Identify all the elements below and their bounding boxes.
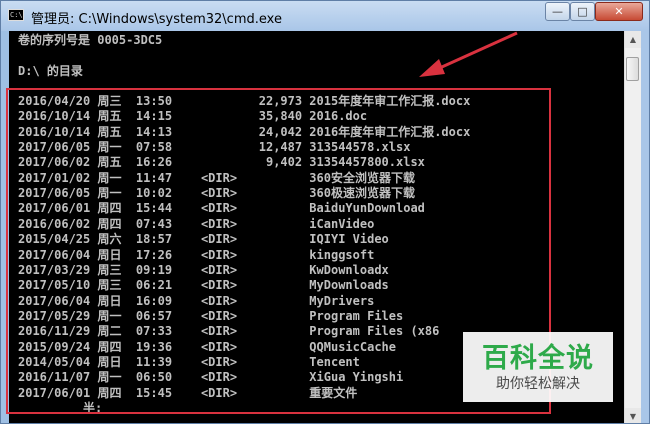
directory-entry-line: 2017/06/04 周日 16:09 <DIR> MyDrivers bbox=[18, 293, 375, 308]
directory-entry-line: 2016/10/14 周五 14:15 35,840 2016.doc bbox=[18, 109, 368, 124]
scroll-up-icon[interactable]: ▲ bbox=[625, 31, 641, 48]
title-bar[interactable]: C:\ 管理员: C:\Windows\system32\cmd.exe — □… bbox=[1, 1, 649, 31]
watermark-logo: 百科全说 助你轻松解决 bbox=[463, 332, 613, 402]
red-arrow-icon bbox=[419, 31, 518, 77]
volume-serial-line: 卷的序列号是 0005-3DC5 bbox=[18, 33, 163, 47]
directory-entry-line: 2017/06/05 周一 07:58 12,487 313544578.xls… bbox=[18, 140, 411, 155]
close-button[interactable]: ✕ bbox=[595, 2, 643, 21]
partial-summary-line: 半: bbox=[18, 401, 103, 415]
directory-entry-line: 2015/09/24 周四 19:36 <DIR> QQMusicCache bbox=[18, 339, 397, 354]
directory-entry-line: 2017/06/02 周五 16:26 9,402 31354457800.xl… bbox=[18, 155, 425, 170]
directory-entry-line: 2017/06/05 周一 10:02 <DIR> 360极速浏览器下载 bbox=[18, 186, 415, 201]
directory-header-line: D:\ 的目录 bbox=[18, 64, 83, 78]
minimize-button[interactable]: — bbox=[545, 2, 570, 21]
directory-entry-line: 2017/03/29 周三 09:19 <DIR> KwDownloadx bbox=[18, 262, 389, 277]
cmd-app-icon[interactable]: C:\ bbox=[8, 9, 24, 21]
scroll-down-icon[interactable]: ▼ bbox=[625, 408, 641, 423]
cmd-window: C:\ 管理员: C:\Windows\system32\cmd.exe — □… bbox=[0, 0, 650, 424]
directory-entry-line: 2014/05/04 周日 11:39 <DIR> Tencent bbox=[18, 354, 360, 369]
directory-entry-line: 2017/06/04 周日 17:26 <DIR> kinggsoft bbox=[18, 247, 375, 262]
directory-entry-line: 2015/04/25 周六 18:57 <DIR> IQIYI Video bbox=[18, 232, 389, 247]
directory-entry-line: 2016/10/14 周五 14:13 24,042 2016年度年审工作汇报.… bbox=[18, 124, 471, 139]
directory-entry-line: 2017/05/10 周三 06:21 <DIR> MyDownloads bbox=[18, 278, 389, 293]
vertical-scrollbar[interactable]: ▲ ▼ bbox=[624, 31, 641, 423]
directory-entry-line: 2016/11/29 周二 07:33 <DIR> Program Files … bbox=[18, 324, 440, 339]
window-title: 管理员: C:\Windows\system32\cmd.exe bbox=[31, 12, 282, 27]
maximize-button[interactable]: □ bbox=[570, 2, 595, 21]
directory-entry-line: 2017/05/29 周一 06:57 <DIR> Program Files bbox=[18, 308, 404, 323]
directory-entry-line: 2016/04/20 周三 13:50 22,973 2015年度年审工作汇报.… bbox=[18, 94, 471, 108]
watermark-subtitle: 助你轻松解决 bbox=[496, 376, 580, 392]
directory-entry-line: 2016/11/07 周一 06:50 <DIR> XiGua Yingshi bbox=[18, 370, 404, 385]
watermark-title: 百科全说 bbox=[482, 343, 594, 374]
directory-entry-line: 2017/06/01 周四 15:44 <DIR> BaiduYunDownlo… bbox=[18, 201, 425, 216]
directory-entry-line: 2017/06/01 周四 15:45 <DIR> 重要文件 bbox=[18, 385, 358, 400]
scroll-thumb[interactable] bbox=[626, 57, 639, 81]
directory-entry-line: 2016/06/02 周四 07:43 <DIR> iCanVideo bbox=[18, 216, 375, 231]
directory-entry-line: 2017/01/02 周一 11:47 <DIR> 360安全浏览器下载 bbox=[18, 170, 415, 185]
window-frame-edge bbox=[641, 31, 649, 423]
